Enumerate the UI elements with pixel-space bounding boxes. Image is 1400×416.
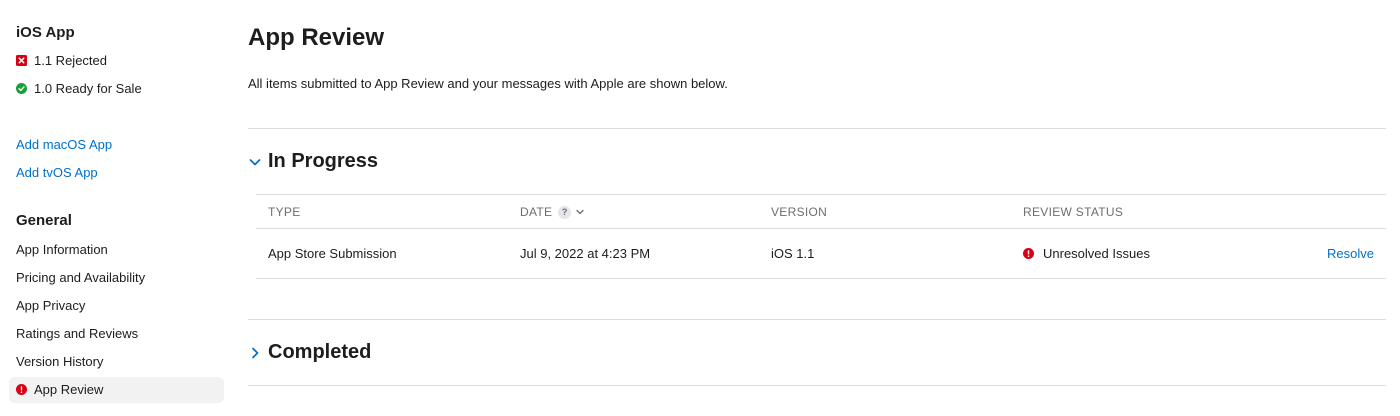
column-header-version: VERSION [771,205,827,219]
review-status-label: Unresolved Issues [1043,246,1150,261]
sidebar-item-app-review[interactable]: App Review [16,379,103,399]
sidebar-item-app-privacy[interactable]: App Privacy [16,295,85,315]
completed-title: Completed [268,341,372,363]
cell-version: iOS 1.1 [771,246,815,261]
chevron-right-icon [248,346,262,360]
chevron-down-icon [248,155,262,169]
sidebar-item-ratings-reviews[interactable]: Ratings and Reviews [16,323,138,343]
column-header-review-status-label: REVIEW STATUS [1023,205,1124,219]
column-header-review-status: REVIEW STATUS [1023,205,1123,219]
page-subtitle: All items submitted to App Review and yo… [248,76,728,91]
sidebar: iOS App 1.1 Rejected 1.0 Ready for Sale … [0,0,232,416]
completed-toggle[interactable]: Completed [248,341,371,364]
sidebar-item-app-information[interactable]: App Information [16,239,108,259]
table-top-divider [256,194,1386,195]
column-header-type-label: TYPE [268,205,301,219]
column-header-date-label: DATE [520,205,553,219]
divider [248,319,1386,320]
page-title: App Review [248,24,385,51]
add-macos-app-link[interactable]: Add macOS App [16,134,112,154]
cell-date: Jul 9, 2022 at 4:23 PM [520,246,651,261]
sidebar-general-heading: General [16,212,72,229]
in-progress-toggle[interactable]: In Progress [248,150,378,173]
sidebar-platform-heading: iOS App [16,24,75,41]
ready-check-icon [16,82,27,94]
add-tvos-app-link[interactable]: Add tvOS App [16,162,98,182]
error-icon [1023,248,1034,259]
alert-icon [16,383,27,395]
resolve-link[interactable]: Resolve [1327,246,1374,261]
sidebar-version-label: 1.1 Rejected [34,52,107,68]
rejected-x-icon [16,54,27,66]
sidebar-item-pricing-availability[interactable]: Pricing and Availability [16,267,145,287]
column-header-date[interactable]: DATE ? [520,205,585,219]
main-content: App Review All items submitted to App Re… [248,0,1386,416]
divider [248,128,1386,129]
table-bottom-divider [256,278,1386,279]
sort-chevron-down-icon[interactable] [575,207,585,217]
cell-review-status: Unresolved Issues [1023,246,1150,261]
table-header-divider [256,228,1386,229]
sidebar-version-ready[interactable]: 1.0 Ready for Sale [16,78,142,98]
sidebar-version-rejected[interactable]: 1.1 Rejected [16,50,107,70]
sidebar-version-label: 1.0 Ready for Sale [34,80,142,96]
in-progress-title: In Progress [268,150,379,172]
cell-type: App Store Submission [268,246,397,261]
column-header-type: TYPE [268,205,301,219]
sidebar-item-label: App Review [34,381,104,397]
column-header-version-label: VERSION [771,205,828,219]
help-icon[interactable]: ? [558,205,572,219]
app-review-page: iOS App 1.1 Rejected 1.0 Ready for Sale … [0,0,1400,416]
sidebar-item-version-history[interactable]: Version History [16,351,103,371]
divider [248,385,1386,386]
